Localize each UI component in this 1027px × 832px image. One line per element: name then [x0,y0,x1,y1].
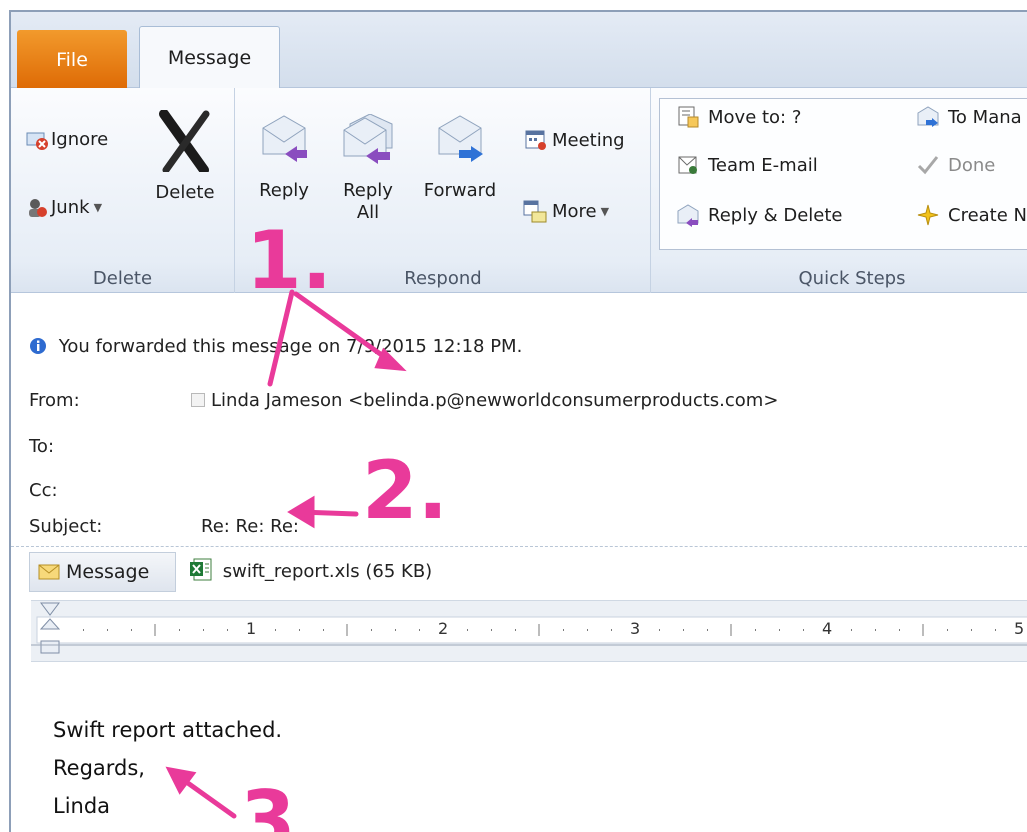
info-bar: You forwarded this message on 7/9/2015 1… [29,336,522,357]
message-tab-label: Message [66,561,150,583]
quickstep-create-new[interactable]: Create N [916,203,1027,227]
done-check-icon [917,156,939,175]
info-icon [30,338,46,354]
tab-message[interactable]: Message [139,26,280,89]
ruler[interactable]: 1 2 3 4 5 [31,600,1027,662]
to-manager-icon [917,106,939,127]
body-line-1: Swift report attached. [53,718,283,742]
more-respond-button[interactable]: More ▼ [522,198,609,224]
move-to-label: Move to: ? [708,106,802,128]
excel-file-icon [190,558,212,581]
body-line-3: Linda [53,794,111,818]
from-value: Linda Jameson <belinda.p@newworldconsume… [211,390,779,411]
more-dropdown-icon: ▼ [600,204,610,218]
message-envelope-icon [38,564,60,580]
message-body[interactable]: Swift report attached. Regards, Linda [31,662,1027,832]
ruler-number: 1 [246,619,257,638]
quickstep-team-email[interactable]: Team E-mail [676,153,818,177]
info-text: You forwarded this message on 7/9/2015 1… [58,336,523,357]
ruler-graphic [31,602,1027,654]
meeting-button[interactable]: Meeting [524,128,625,152]
respond-group: Reply Reply All Forward Meeting More ▼ R… [236,88,651,293]
subject-value: Re: Re: Re: [201,516,299,537]
reply-all-label-line2: All [356,202,380,223]
quickstep-done[interactable]: Done [916,153,995,177]
ignore-button[interactable]: Ignore [25,128,108,150]
reply-all-button[interactable]: Reply All [334,114,402,224]
meeting-label: Meeting [552,129,625,151]
from-field[interactable]: Linda Jameson <belinda.p@newworldconsume… [191,390,778,411]
more-label: More [552,200,597,222]
ribbon-tab-bar: File Message [11,12,1027,89]
quick-steps-group-label: Quick Steps [798,268,906,289]
create-new-sparkle-icon [917,204,939,226]
more-respond-icon [523,200,547,223]
reply-button[interactable]: Reply [250,114,318,202]
header-divider [11,546,1027,547]
respond-group-label: Respond [404,268,482,289]
quickstep-to-manager[interactable]: To Mana [916,105,1022,129]
tab-file[interactable]: File [17,30,127,89]
forward-button[interactable]: Forward [416,114,504,202]
attachment-file-label: swift_report.xls (65 KB) [222,561,433,582]
quickstep-reply-delete[interactable]: Reply & Delete [676,203,842,227]
outlook-message-window: File Message Ignore Junk ▼ Delete Delete… [9,10,1027,832]
reply-all-envelope-icon [343,114,393,164]
meeting-calendar-icon [525,130,546,150]
reply-all-label-line1: Reply [343,180,393,201]
forward-envelope-icon [438,115,483,162]
team-email-label: Team E-mail [708,154,818,176]
reply-delete-label: Reply & Delete [708,204,843,226]
delete-group: Ignore Junk ▼ Delete Delete [11,88,235,293]
cc-label: Cc: [29,480,58,501]
attachment-bar: Message swift_report.xls (65 KB) [11,548,1027,594]
junk-label: Junk [51,196,90,218]
ribbon: Ignore Junk ▼ Delete Delete Reply Reply … [11,88,1027,293]
subject-label: Subject: [29,516,103,537]
quickstep-move-to[interactable]: Move to: ? [676,105,801,129]
create-new-label: Create N [948,204,1027,226]
forward-label: Forward [423,180,497,201]
to-label: To: [29,436,55,457]
to-manager-label: To Mana [948,106,1022,128]
attachment-file[interactable]: swift_report.xls (65 KB) [189,558,432,582]
junk-icon [29,199,47,217]
contact-presence-icon [191,393,205,407]
delete-label: Delete [155,182,215,203]
quick-steps-gallery: Move to: ? Team E-mail Reply & Delete To… [659,98,1027,250]
from-label: From: [29,390,80,411]
delete-group-label: Delete [92,268,153,289]
ruler-number: 5 [1014,619,1025,638]
message-header: You forwarded this message on 7/9/2015 1… [11,294,1027,600]
junk-button[interactable]: Junk ▼ [25,196,102,218]
reply-delete-icon [677,204,699,227]
reply-label: Reply [259,180,309,201]
junk-dropdown-icon: ▼ [93,200,103,214]
ruler-number: 4 [822,619,833,638]
move-to-folder-icon [678,106,699,128]
ignore-icon [26,132,48,150]
ignore-label: Ignore [51,128,109,150]
team-email-icon [678,156,697,174]
message-tab-button[interactable]: Message [29,552,176,592]
ruler-number: 2 [438,619,449,638]
delete-button[interactable]: Delete [147,110,223,204]
body-line-2: Regards, [53,756,145,780]
delete-x-icon [159,110,210,172]
ruler-number: 3 [630,619,641,638]
reply-envelope-icon [262,115,307,162]
done-label: Done [948,154,996,176]
